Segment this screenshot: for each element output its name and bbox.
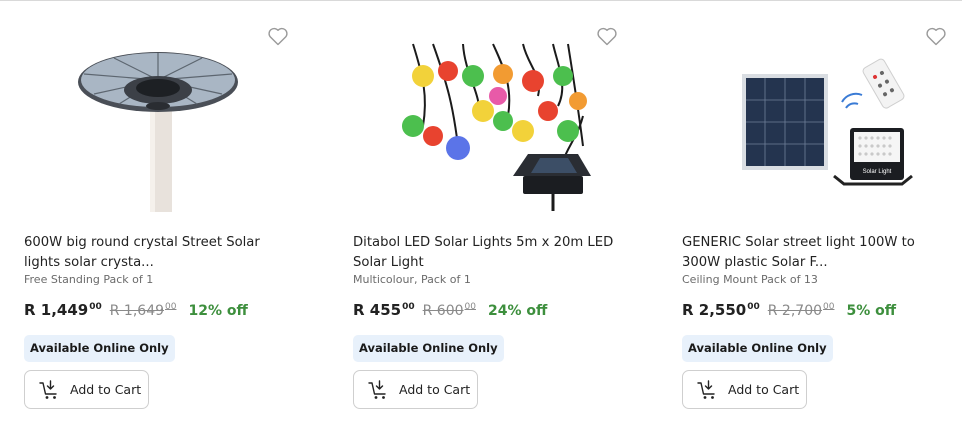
product-image[interactable] [24, 36, 294, 212]
discount-label: 5% off [846, 303, 897, 319]
price-row: R 2,55000 R 2,70000 5% off [682, 301, 896, 323]
current-price: R 2,55000 [682, 301, 760, 319]
original-price-cents: 00 [464, 302, 476, 312]
add-to-cart-label: Add to Cart [399, 382, 471, 397]
original-price-cents: 00 [823, 302, 835, 312]
current-price-value: R 2,550 [682, 301, 747, 319]
availability-badge: Available Online Only [682, 335, 833, 362]
original-price-value: R 600 [422, 303, 464, 319]
add-to-cart-icon [368, 379, 386, 399]
product-image[interactable]: Solar Light [682, 36, 952, 212]
price-row: R 45500 R 60000 24% off [353, 301, 547, 323]
original-price-cents: 00 [165, 302, 177, 312]
product-card[interactable]: Solar Light GENERIC Solar street light 1… [658, 0, 962, 421]
discount-label: 24% off [487, 303, 548, 319]
discount-label: 12% off [188, 303, 248, 319]
add-to-cart-label: Add to Cart [728, 382, 800, 397]
original-price-value: R 1,649 [109, 303, 165, 319]
current-price-cents: 00 [402, 302, 415, 312]
current-price-value: R 1,449 [24, 301, 89, 319]
product-subtitle: Free Standing Pack of 1 [24, 273, 154, 286]
availability-badge: Available Online Only [24, 335, 175, 362]
original-price: R 60000 [423, 302, 476, 319]
original-price: R 1,64900 [110, 302, 177, 319]
product-card[interactable]: 600W big round crystal Street Solar ligh… [0, 0, 329, 421]
product-subtitle: Ceiling Mount Pack of 13 [682, 273, 818, 286]
add-to-cart-button[interactable]: Add to Cart [353, 370, 478, 409]
product-title[interactable]: Ditabol LED Solar Lights 5m x 20m LED So… [353, 233, 623, 272]
product-subtitle: Multicolour, Pack of 1 [353, 273, 471, 286]
current-price: R 45500 [353, 301, 415, 319]
price-row: R 1,44900 R 1,64900 12% off [24, 301, 248, 323]
original-price: R 2,70000 [768, 302, 835, 319]
add-to-cart-icon [697, 379, 715, 399]
add-to-cart-button[interactable]: Add to Cart [682, 370, 807, 409]
product-image[interactable] [353, 36, 623, 212]
add-to-cart-button[interactable]: Add to Cart [24, 370, 149, 409]
current-price-value: R 455 [353, 301, 402, 319]
product-card[interactable]: Ditabol LED Solar Lights 5m x 20m LED So… [329, 0, 658, 421]
product-grid: 600W big round crystal Street Solar ligh… [0, 0, 962, 421]
availability-badge: Available Online Only [353, 335, 504, 362]
current-price-cents: 00 [747, 302, 760, 312]
add-to-cart-icon [39, 379, 57, 399]
product-title[interactable]: GENERIC Solar street light 100W to 300W … [682, 233, 952, 272]
add-to-cart-label: Add to Cart [70, 382, 142, 397]
product-title[interactable]: 600W big round crystal Street Solar ligh… [24, 233, 294, 272]
floodlight-label: Solar Light [863, 169, 892, 175]
original-price-value: R 2,700 [767, 303, 823, 319]
current-price-cents: 00 [89, 302, 102, 312]
current-price: R 1,44900 [24, 301, 102, 319]
